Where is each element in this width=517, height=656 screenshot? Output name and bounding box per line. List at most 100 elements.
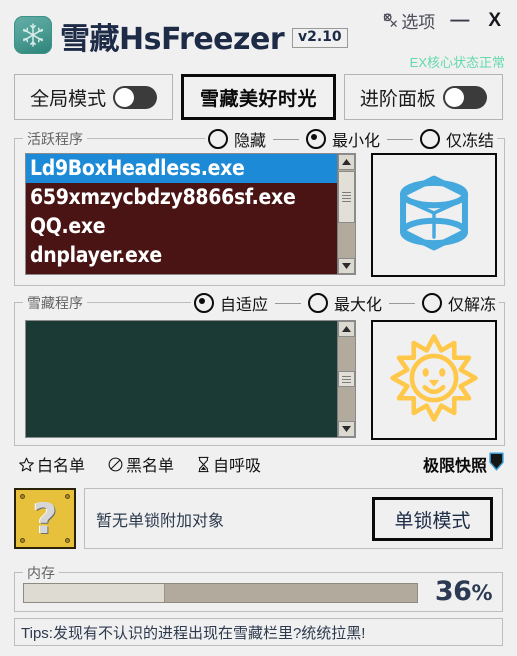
frozen-panel-icon-box [371, 320, 497, 440]
global-mode-switch[interactable] [113, 85, 158, 109]
shield-icon [489, 452, 504, 476]
memory-legend: 内存 [23, 563, 59, 583]
ban-circle-icon [107, 456, 124, 473]
scroll-up-icon[interactable] [338, 321, 355, 337]
radio-adaptive-label: 自适应 [220, 297, 269, 314]
rivet [20, 494, 25, 499]
tips-bar: Tips:发现有不认识的进程出现在雪藏栏里?统统拉黑! [14, 618, 503, 646]
divider [275, 302, 302, 304]
active-programs-legend: 活跃程序 [23, 129, 87, 149]
whitelist-label: 白名单 [37, 458, 86, 475]
global-mode-label: 全局模式 [30, 88, 107, 110]
radio-indicator [308, 293, 329, 313]
close-button[interactable]: X [484, 10, 507, 32]
single-lock-mode-button[interactable]: 单锁模式 [372, 497, 493, 541]
advanced-panel-toggle[interactable]: 进阶面板 [343, 74, 503, 120]
radio-maximize[interactable]: 最大化 [308, 291, 382, 315]
radio-indicator [194, 293, 214, 313]
question-mark-glyph: ? [32, 493, 58, 543]
status-badge: EX核心状态正常 [409, 55, 505, 70]
blacklist-label: 黑名单 [126, 458, 175, 475]
radio-indicator [208, 129, 228, 149]
scrollbar-thumb[interactable] [338, 371, 355, 387]
divider [387, 138, 414, 140]
memory-group: 内存 36% [14, 563, 503, 612]
memory-progress-fill [24, 584, 166, 602]
active-process-list[interactable]: Ld9BoxHeadless.exe 659xmzycbdzy8866sf.ex… [25, 153, 356, 275]
rivet [20, 538, 25, 543]
radio-freeze-only-label: 仅冻结 [446, 133, 495, 150]
tips-text: Tips:发现有不认识的进程出现在雪藏栏里?统统拉黑! [21, 624, 366, 642]
rivet [65, 538, 70, 543]
advanced-panel-switch[interactable] [442, 85, 487, 109]
page-title: 雪藏HsFreezer [60, 14, 285, 58]
radio-maximize-label: 最大化 [334, 297, 383, 314]
grip-lines-icon [342, 374, 351, 385]
title-bar: 雪藏HsFreezer v2.10 选项 — X EX核心状态正常 [0, 0, 517, 70]
rivet [65, 494, 70, 499]
frozen-programs-legend: 雪藏程序 [23, 293, 87, 313]
scroll-up-icon[interactable] [338, 154, 355, 170]
list-item[interactable]: dnplayer.exe [26, 241, 337, 270]
grip-lines-icon [342, 190, 351, 204]
window-controls: 选项 — X [382, 8, 507, 33]
single-lock-status: 暂无单锁附加对象 [96, 512, 225, 530]
radio-indicator [420, 129, 441, 149]
sun-smile-icon [388, 332, 480, 429]
snapshot-label: 极限快照 [422, 458, 487, 475]
whitelist-button[interactable]: 白名单 [18, 452, 85, 476]
list-tools: 白名单 黑名单 自呼吸 [18, 452, 261, 476]
star-icon [18, 456, 35, 473]
radio-minimize-label: 最小化 [332, 133, 381, 150]
auto-breathe-label: 自呼吸 [213, 458, 262, 475]
frozen-process-list[interactable] [25, 320, 356, 438]
active-panel-icon-box [371, 153, 497, 277]
app-title-en: HsFreezer [119, 22, 285, 57]
blacklist-button[interactable]: 黑名单 [107, 452, 174, 476]
memory-percent-symbol: % [471, 581, 492, 605]
active-process-items: Ld9BoxHeadless.exe 659xmzycbdzy8866sf.ex… [26, 154, 337, 274]
frozen-list-scrollbar[interactable] [337, 321, 355, 437]
list-item[interactable]: QQ.exe [26, 212, 337, 241]
divider [273, 138, 300, 140]
radio-indicator [306, 129, 327, 149]
scroll-down-icon[interactable] [338, 258, 355, 274]
scroll-down-icon[interactable] [338, 421, 355, 437]
app-title-cn: 雪藏 [60, 22, 120, 57]
divider [389, 302, 416, 304]
memory-percent-value: 36 [434, 576, 472, 607]
question-block-icon: ? [14, 488, 76, 549]
hourglass-icon [196, 456, 211, 473]
scrollbar-thumb[interactable] [338, 171, 355, 223]
active-mode-radios: 隐藏 最小化 仅冻结 [205, 127, 498, 151]
radio-hide[interactable]: 隐藏 [208, 127, 266, 151]
radio-adaptive[interactable]: 自适应 [194, 291, 268, 315]
switch-knob [115, 87, 135, 107]
list-item[interactable]: Ld9BoxHeadless.exe [26, 154, 337, 183]
options-label: 选项 [401, 13, 436, 32]
scrollbar-track[interactable] [338, 387, 355, 421]
options-button[interactable]: 选项 [382, 8, 435, 33]
frozen-mode-radios: 自适应 最大化 仅解冻 [191, 291, 500, 315]
radio-unfreeze-only[interactable]: 仅解冻 [422, 291, 496, 315]
scrollbar-track[interactable] [338, 223, 355, 258]
switch-knob [444, 87, 464, 107]
auto-breathe-button[interactable]: 自呼吸 [196, 452, 261, 476]
advanced-panel-label: 进阶面板 [359, 88, 436, 110]
list-item[interactable]: 659xmzycbdzy8866sf.exe [26, 183, 337, 212]
freeze-now-button[interactable]: 雪藏美好时光 [181, 74, 336, 120]
radio-minimize[interactable]: 最小化 [306, 127, 380, 151]
global-mode-toggle[interactable]: 全局模式 [14, 74, 174, 120]
radio-freeze-only[interactable]: 仅冻结 [420, 127, 494, 151]
memory-percent: 36% [434, 576, 493, 607]
scrollbar-track[interactable] [338, 337, 355, 371]
version-badge: v2.10 [292, 28, 348, 48]
radio-hide-label: 隐藏 [234, 133, 267, 150]
minimize-button[interactable]: — [445, 11, 474, 30]
active-list-scrollbar[interactable] [337, 154, 355, 274]
radio-indicator [422, 293, 443, 313]
extreme-snapshot-button[interactable]: 极限快照 [423, 452, 504, 476]
memory-progress-bar [23, 583, 418, 603]
frozen-process-items [26, 321, 337, 437]
cube-icon [391, 170, 477, 261]
